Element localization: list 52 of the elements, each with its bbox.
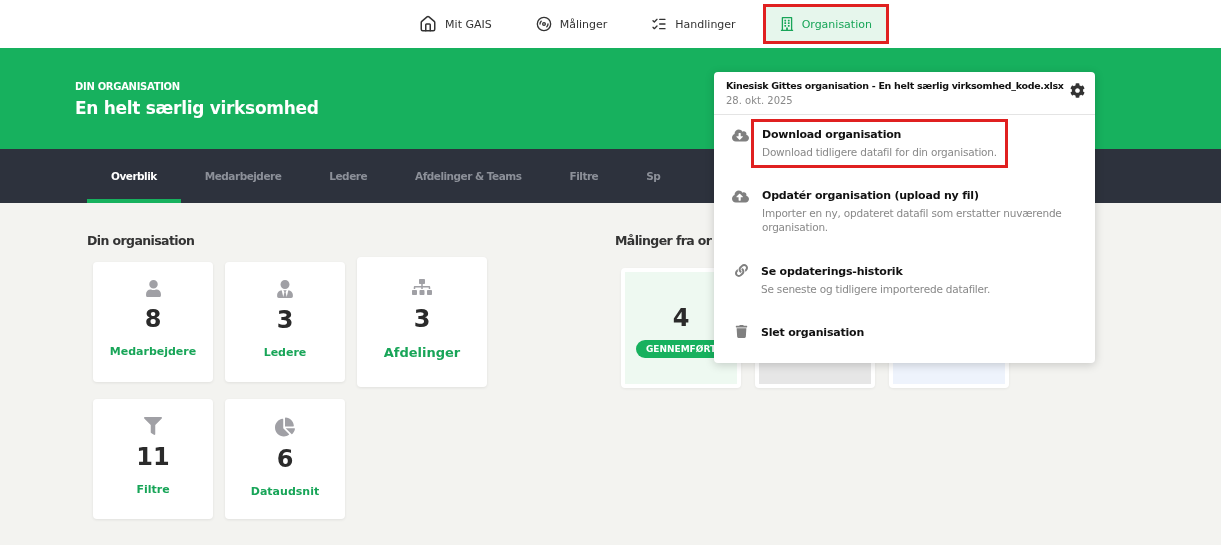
link-icon [735, 263, 748, 277]
stat-value: 3 [413, 305, 431, 333]
stat-value: 6 [276, 445, 294, 473]
tab[interactable]: Ledere [305, 149, 392, 203]
stat-card[interactable]: 6 Dataudsnit [225, 399, 345, 519]
stat-card[interactable]: 3 Ledere [225, 262, 345, 382]
nav-item[interactable]: Handlinger [634, 4, 753, 44]
tab[interactable]: Afdelinger & Teams [391, 149, 546, 203]
checklist-icon [651, 16, 668, 32]
measurement-count: 4 [672, 304, 690, 332]
tab[interactable]: Medarbejdere [180, 149, 306, 203]
menu-item-description: Download tidligere datafil for din organisation. [762, 145, 997, 160]
settings-icon[interactable] [1069, 83, 1085, 98]
person-tie-icon [276, 280, 294, 298]
menu-item-title: Opdatér organisation (upload ny fil) [762, 189, 980, 203]
menu-item[interactable]: Opdatér organisation (upload ny fil) Importer en ny, opdateret datafil som erstatter nuværende organisation. [714, 176, 1095, 252]
tab[interactable]: Sp [622, 149, 685, 203]
section-heading: Din organisation [87, 233, 195, 248]
filter-icon [144, 417, 162, 435]
stat-label: Ledere [263, 346, 307, 359]
nav-item[interactable]: Mit GAIS [402, 4, 509, 44]
cloud-download-icon [732, 127, 749, 144]
stat-label: Medarbejdere [109, 345, 197, 358]
tab[interactable]: Overblik [87, 149, 181, 203]
building-icon [779, 17, 794, 31]
organisation-title: En helt særlig virksomhed [75, 98, 319, 118]
disc-icon [535, 16, 552, 32]
menu-item-description: Importer en ny, opdateret datafil som erstatter nuværende organisation. [762, 206, 1063, 235]
menu-item-title: Download organisation [762, 128, 903, 141]
section-heading: Målinger fra or [615, 233, 712, 248]
stat-card[interactable]: 3 Afdelinger [357, 257, 487, 387]
person-icon [144, 280, 162, 297]
stat-label: Filtre [136, 483, 170, 496]
stat-value: 3 [276, 306, 294, 334]
tab[interactable]: Filtre [545, 149, 623, 203]
stat-label: Dataudsnit [250, 485, 320, 498]
stat-card[interactable]: 11 Filtre [93, 399, 213, 519]
pie-chart-icon [275, 417, 295, 437]
stat-value: 8 [144, 305, 162, 333]
menu-item-title: Se opdaterings-historik [761, 264, 904, 278]
trash-icon [735, 324, 748, 338]
stat-value: 11 [136, 443, 170, 471]
file-date: 28. okt. 2025 [726, 95, 794, 106]
header-eyebrow: DIN ORGANISATION [75, 81, 180, 92]
house-icon [419, 15, 438, 33]
stat-label: Afdelinger [383, 345, 461, 360]
file-name: Kinesisk Gittes organisation - En helt særlig virksomhed_kode.xlsx [726, 80, 1064, 91]
nav-item[interactable]: Målinger [518, 4, 625, 44]
stat-card[interactable]: 8 Medarbejdere [93, 262, 213, 382]
menu-item-description: Se seneste og tidligere importerede datafiler. [761, 281, 991, 296]
menu-item-title: Slet organisation [761, 325, 865, 339]
sitemap-icon [412, 277, 432, 297]
